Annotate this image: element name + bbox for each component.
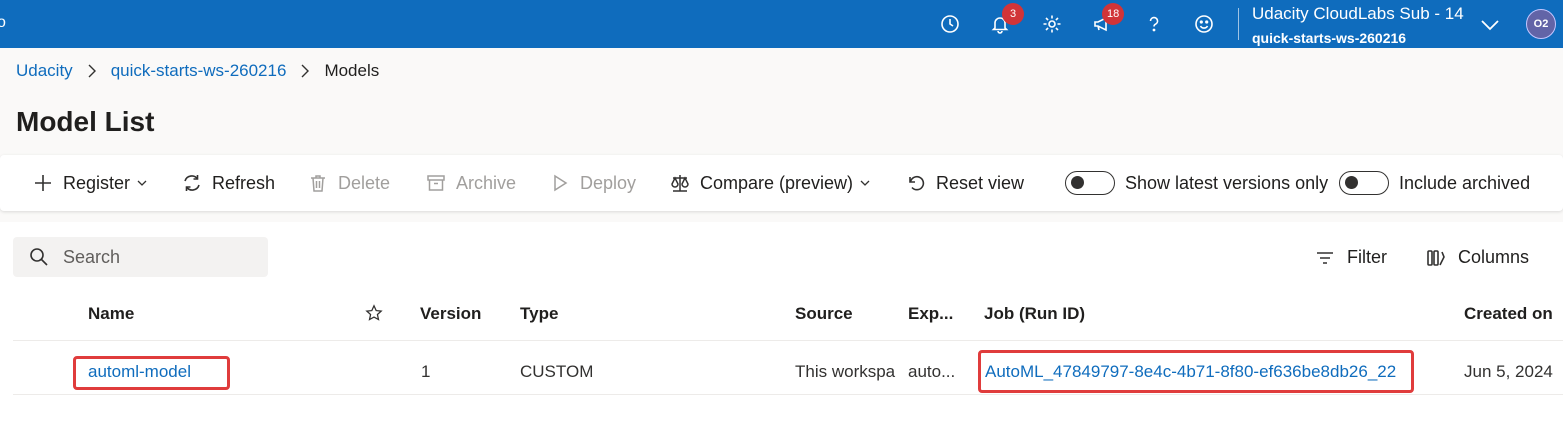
deploy-label: Deploy <box>580 172 637 193</box>
notifications-badge: 3 <box>1002 3 1024 25</box>
workspace-name: quick-starts-ws-260216 <box>1252 30 1407 46</box>
model-version: 1 <box>421 362 431 381</box>
register-label: Register <box>63 172 131 193</box>
top-bar: o 3 18 Udacity CloudLabs Sub - 14 quick-… <box>0 0 1563 48</box>
model-list-panel: Filter Columns Name Version Type Source … <box>0 222 1563 430</box>
chevron-right-icon <box>87 64 97 78</box>
left-glyph: o <box>0 14 6 31</box>
compare-label: Compare (preview) <box>700 172 854 193</box>
gear-icon[interactable] <box>1040 12 1064 36</box>
breadcrumb-link-workspace[interactable]: quick-starts-ws-260216 <box>111 61 287 81</box>
play-icon <box>554 174 568 192</box>
refresh-button[interactable]: Refresh <box>182 171 275 195</box>
plus-icon <box>35 175 51 191</box>
column-header-job[interactable]: Job (Run ID) <box>984 304 1085 324</box>
filter-button[interactable]: Filter <box>1315 247 1387 268</box>
toggle-label: Include archived <box>1399 172 1531 193</box>
breadcrumb-link-udacity[interactable]: Udacity <box>16 61 73 81</box>
columns-button[interactable]: Columns <box>1426 247 1529 268</box>
scales-icon <box>671 175 689 192</box>
search-input[interactable] <box>63 246 243 268</box>
delete-button[interactable]: Delete <box>308 171 390 195</box>
column-header-created-on[interactable]: Created on <box>1464 304 1553 324</box>
column-header-source[interactable]: Source <box>795 304 853 324</box>
help-icon[interactable] <box>1142 12 1166 36</box>
columns-label: Columns <box>1458 247 1530 267</box>
toggle-switch[interactable] <box>1065 171 1115 195</box>
archive-button[interactable]: Archive <box>426 171 516 195</box>
notifications-button[interactable]: 3 <box>988 3 1024 36</box>
command-bar: Register Refresh Delete Archive Deploy C… <box>0 155 1563 211</box>
announcements-button[interactable]: 18 <box>1090 3 1125 36</box>
highlight-box-job-run-id <box>978 350 1414 393</box>
toggle-knob <box>1345 176 1358 189</box>
trash-icon <box>311 175 325 192</box>
archive-icon <box>427 175 445 191</box>
show-latest-versions-toggle[interactable]: Show latest versions only <box>1065 171 1328 195</box>
column-header-experiment[interactable]: Exp... <box>908 304 953 324</box>
register-button[interactable]: Register <box>33 171 148 195</box>
chevron-down-icon <box>137 180 147 186</box>
delete-label: Delete <box>338 172 391 193</box>
column-header-type[interactable]: Type <box>520 304 558 324</box>
subscription-name: Udacity CloudLabs Sub - 14 <box>1252 4 1464 23</box>
refresh-icon <box>184 175 200 191</box>
breadcrumb-current: Models <box>324 61 380 80</box>
reset-view-label: Reset view <box>936 172 1025 193</box>
search-icon <box>30 248 48 266</box>
chevron-down-icon[interactable] <box>1479 13 1501 35</box>
account-switcher[interactable]: Udacity CloudLabs Sub - 14 quick-starts-… <box>1252 4 1464 47</box>
deploy-button[interactable]: Deploy <box>550 171 636 195</box>
column-header-version[interactable]: Version <box>420 304 481 324</box>
breadcrumb: Udacity quick-starts-ws-260216 Models <box>16 60 379 82</box>
topbar-divider <box>1238 8 1239 40</box>
model-created-on: Jun 5, 2024 <box>1464 362 1553 381</box>
smiley-icon[interactable] <box>1192 12 1216 36</box>
toggle-switch[interactable] <box>1339 171 1389 195</box>
model-type: CUSTOM <box>520 362 594 381</box>
column-header-name[interactable]: Name <box>88 304 134 324</box>
filter-label: Filter <box>1347 247 1387 267</box>
model-source: This workspa <box>795 362 896 381</box>
announcements-badge: 18 <box>1102 3 1125 25</box>
columns-icon <box>1427 249 1445 266</box>
refresh-label: Refresh <box>212 172 276 193</box>
compare-button[interactable]: Compare (preview) <box>670 171 871 195</box>
toggle-knob <box>1071 176 1084 189</box>
model-experiment: auto... <box>908 362 956 381</box>
toggle-label: Show latest versions only <box>1125 172 1329 193</box>
chevron-right-icon <box>300 64 310 78</box>
chevron-down-icon <box>860 180 870 186</box>
include-archived-toggle[interactable]: Include archived <box>1339 171 1530 195</box>
undo-icon <box>909 175 925 191</box>
archive-label: Archive <box>456 172 517 193</box>
star-icon[interactable] <box>365 304 383 322</box>
page-title: Model List <box>16 106 155 137</box>
avatar[interactable]: O2 <box>1526 9 1556 39</box>
highlight-box-model-name <box>73 356 230 390</box>
filter-icon <box>1317 251 1333 264</box>
search-box[interactable] <box>13 237 268 277</box>
reset-view-button[interactable]: Reset view <box>906 171 1024 195</box>
history-icon[interactable] <box>938 12 962 36</box>
